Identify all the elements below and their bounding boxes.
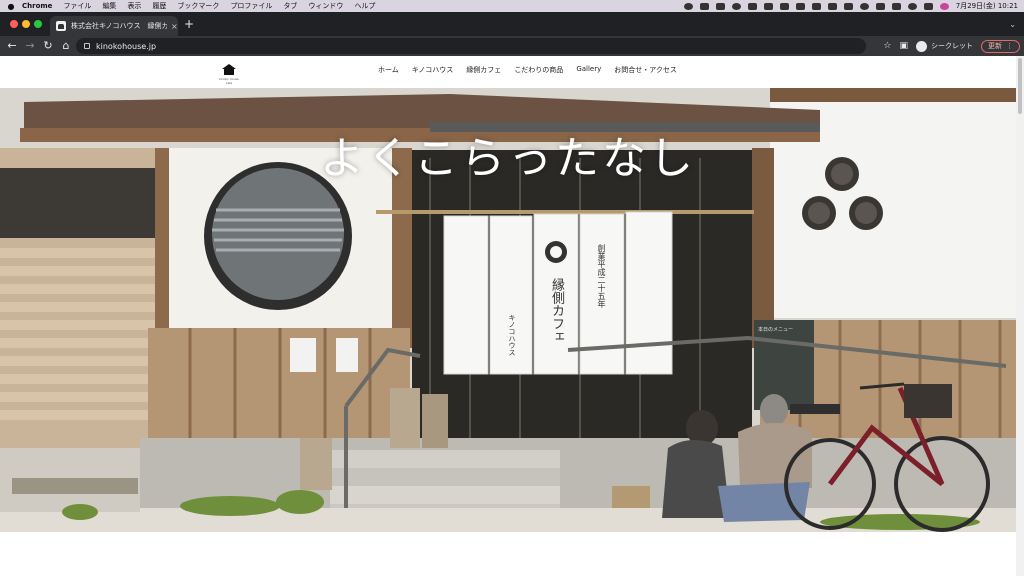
menu-window[interactable]: ウィンドウ xyxy=(308,1,343,11)
input-source-icon[interactable] xyxy=(875,2,885,10)
browser-tabstrip: 株式会社キノコハウス 縁側カフェ × + ⌄ xyxy=(0,12,1024,36)
status-icon-5[interactable] xyxy=(747,2,757,10)
cloud-icon[interactable] xyxy=(763,2,773,10)
menu-app-name[interactable]: Chrome xyxy=(22,2,52,10)
site-nav: ホーム キノコハウス 縁側カフェ こだわりの商品 Gallery お問合せ・アク… xyxy=(378,65,677,75)
toolbar-right: ☆ ▣ シークレット 更新 ⋮ xyxy=(883,38,1020,54)
nav-contact-access[interactable]: お問合せ・アクセス xyxy=(614,65,677,75)
chalkboard-text: 本日のメニュー xyxy=(758,327,794,333)
zoom-window-icon[interactable] xyxy=(34,20,42,28)
bookmark-star-icon[interactable]: ☆ xyxy=(883,41,891,51)
address-bar[interactable]: kinokohouse.jp xyxy=(76,38,866,54)
menu-bookmarks[interactable]: ブックマーク xyxy=(177,1,219,11)
control-center-icon[interactable] xyxy=(923,2,933,10)
wifi-icon[interactable] xyxy=(891,2,901,10)
status-icon-2[interactable] xyxy=(699,2,709,10)
nav-kinoko-house[interactable]: キノコハウス xyxy=(412,65,454,75)
status-icon-1[interactable] xyxy=(683,2,693,10)
reload-icon[interactable]: ↻ xyxy=(39,40,57,52)
battery-icon[interactable] xyxy=(843,2,853,10)
tab-active[interactable]: 株式会社キノコハウス 縁側カフェ × xyxy=(50,16,178,36)
noren-text-center: 縁側カフェ xyxy=(549,278,564,343)
web-page: kinoko house cafe ホーム キノコハウス 縁側カフェ こだわりの… xyxy=(0,56,1016,576)
eject-icon[interactable] xyxy=(827,2,837,10)
incognito-avatar-icon xyxy=(916,40,927,52)
forward-arrow-icon[interactable]: → xyxy=(21,40,39,52)
apple-menu-icon[interactable]: ● xyxy=(0,2,22,11)
site-header: kinoko house cafe ホーム キノコハウス 縁側カフェ こだわりの… xyxy=(0,56,1016,88)
incognito-indicator[interactable]: シークレット xyxy=(916,40,973,52)
hero-title: よくこらったなし xyxy=(320,133,696,184)
menu-edit[interactable]: 編集 xyxy=(102,1,116,11)
update-button[interactable]: 更新 ⋮ xyxy=(981,39,1020,53)
home-icon[interactable]: ⌂ xyxy=(57,40,75,52)
lock-icon[interactable] xyxy=(84,43,90,49)
noren-text-left: キノコハウス xyxy=(508,314,516,356)
menu-file[interactable]: ファイル xyxy=(63,1,91,11)
nav-products[interactable]: こだわりの商品 xyxy=(514,65,563,75)
browser-toolbar: ← → ↻ ⌂ kinokohouse.jp ☆ ▣ シークレット 更新 ⋮ xyxy=(0,36,1024,56)
siri-icon[interactable] xyxy=(939,2,949,10)
menu-help[interactable]: ヘルプ xyxy=(354,1,375,11)
cloud-icon-2[interactable] xyxy=(779,2,789,10)
status-icon-4[interactable] xyxy=(731,2,741,10)
macos-menubar: ● Chrome ファイル 編集 表示 履歴 ブックマーク プロファイル タブ … xyxy=(0,0,1024,12)
kebab-menu-icon: ⋮ xyxy=(1006,42,1013,50)
minimize-window-icon[interactable] xyxy=(22,20,30,28)
menu-history[interactable]: 履歴 xyxy=(152,1,166,11)
page-scrollbar[interactable] xyxy=(1016,56,1024,576)
code-icon[interactable] xyxy=(795,2,805,10)
noren-text-right: 創業平成二十五年 xyxy=(597,244,606,308)
side-panel-icon[interactable]: ▣ xyxy=(899,41,908,51)
site-favicon-icon xyxy=(56,21,66,31)
status-icon-3[interactable] xyxy=(715,2,725,10)
update-label: 更新 xyxy=(988,42,1002,50)
nav-gallery[interactable]: Gallery xyxy=(576,65,601,75)
tab-close-icon[interactable]: × xyxy=(171,22,178,31)
menubar-clock[interactable]: 7月29日(金) 10:21 xyxy=(956,1,1018,11)
tab-search-chevron-icon[interactable]: ⌄ xyxy=(1009,20,1016,29)
search-icon[interactable] xyxy=(907,2,917,10)
nav-engawa-cafe[interactable]: 縁側カフェ xyxy=(466,65,501,75)
site-logo[interactable]: kinoko house cafe xyxy=(216,64,242,85)
status-area: 7月29日(金) 10:21 xyxy=(683,0,1018,12)
menu-profiles[interactable]: プロファイル xyxy=(230,1,272,11)
new-tab-button[interactable]: + xyxy=(184,18,194,30)
menu-view[interactable]: 表示 xyxy=(127,1,141,11)
logo-subtext: kinoko house cafe xyxy=(219,77,239,85)
menu-tab[interactable]: タブ xyxy=(283,1,297,11)
address-url[interactable]: kinokohouse.jp xyxy=(96,42,156,51)
incognito-label: シークレット xyxy=(931,42,973,50)
back-arrow-icon[interactable]: ← xyxy=(3,40,21,52)
bluetooth-icon[interactable] xyxy=(811,2,821,10)
nav-home[interactable]: ホーム xyxy=(378,65,399,75)
tab-title: 株式会社キノコハウス 縁側カフェ xyxy=(71,22,167,30)
close-window-icon[interactable] xyxy=(10,20,18,28)
scrollbar-thumb[interactable] xyxy=(1018,58,1022,114)
headphones-icon[interactable] xyxy=(859,2,869,10)
hero-section: 縁側カフェ 創業平成二十五年 キノコハウス 本日のメニュー よくこらったなし xyxy=(0,88,1016,532)
